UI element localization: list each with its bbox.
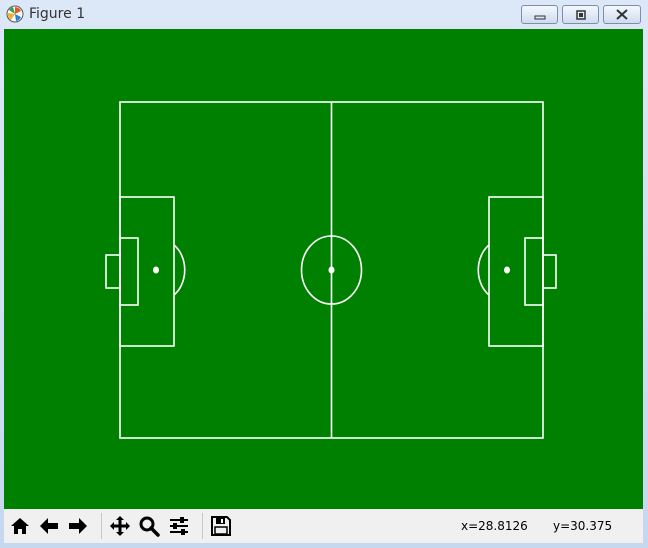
- home-icon: [11, 518, 29, 534]
- left-penalty-spot: [153, 266, 159, 274]
- arrow-left-icon: [40, 518, 58, 534]
- toolbar-separator: [101, 513, 102, 539]
- sliders-icon: [170, 517, 188, 535]
- title-bar[interactable]: Figure 1: [0, 0, 648, 29]
- forward-button[interactable]: [65, 513, 91, 539]
- back-button[interactable]: [36, 513, 62, 539]
- window-title: Figure 1: [29, 6, 86, 22]
- maximize-button[interactable]: [562, 5, 599, 24]
- floppy-disk-icon: [211, 516, 231, 536]
- home-button[interactable]: [7, 513, 33, 539]
- figure-canvas[interactable]: [4, 29, 643, 509]
- maximize-icon: [575, 9, 586, 20]
- right-six-yard-box: [524, 237, 544, 306]
- figure-window: Figure 1 x=28.8126 y=30.375: [0, 0, 648, 548]
- right-penalty-arc: [477, 244, 490, 296]
- zoom-button[interactable]: [136, 513, 162, 539]
- configure-subplots-button[interactable]: [166, 513, 192, 539]
- right-goal: [542, 254, 557, 289]
- close-button[interactable]: [603, 5, 641, 24]
- left-six-yard-box: [119, 237, 139, 306]
- left-penalty-box: [119, 196, 175, 347]
- minimize-button[interactable]: [521, 5, 558, 24]
- y-coordinate-readout: y=30.375: [553, 519, 613, 533]
- matplotlib-logo-icon[interactable]: [6, 5, 24, 23]
- move-icon: [110, 516, 130, 536]
- save-button[interactable]: [208, 513, 234, 539]
- close-icon: [616, 9, 628, 20]
- minimize-icon: [534, 15, 545, 19]
- right-penalty-spot: [504, 266, 510, 274]
- magnifier-icon: [139, 516, 160, 537]
- x-coordinate-readout: x=28.8126: [461, 519, 528, 533]
- left-goal: [105, 254, 121, 289]
- pan-button[interactable]: [107, 513, 133, 539]
- arrow-right-icon: [69, 518, 87, 534]
- left-penalty-arc: [173, 244, 186, 296]
- right-penalty-box: [488, 196, 544, 347]
- football-pitch: [105, 101, 557, 439]
- toolbar-separator: [202, 513, 203, 539]
- center-spot: [328, 266, 335, 274]
- navigation-toolbar: x=28.8126 y=30.375: [4, 509, 643, 543]
